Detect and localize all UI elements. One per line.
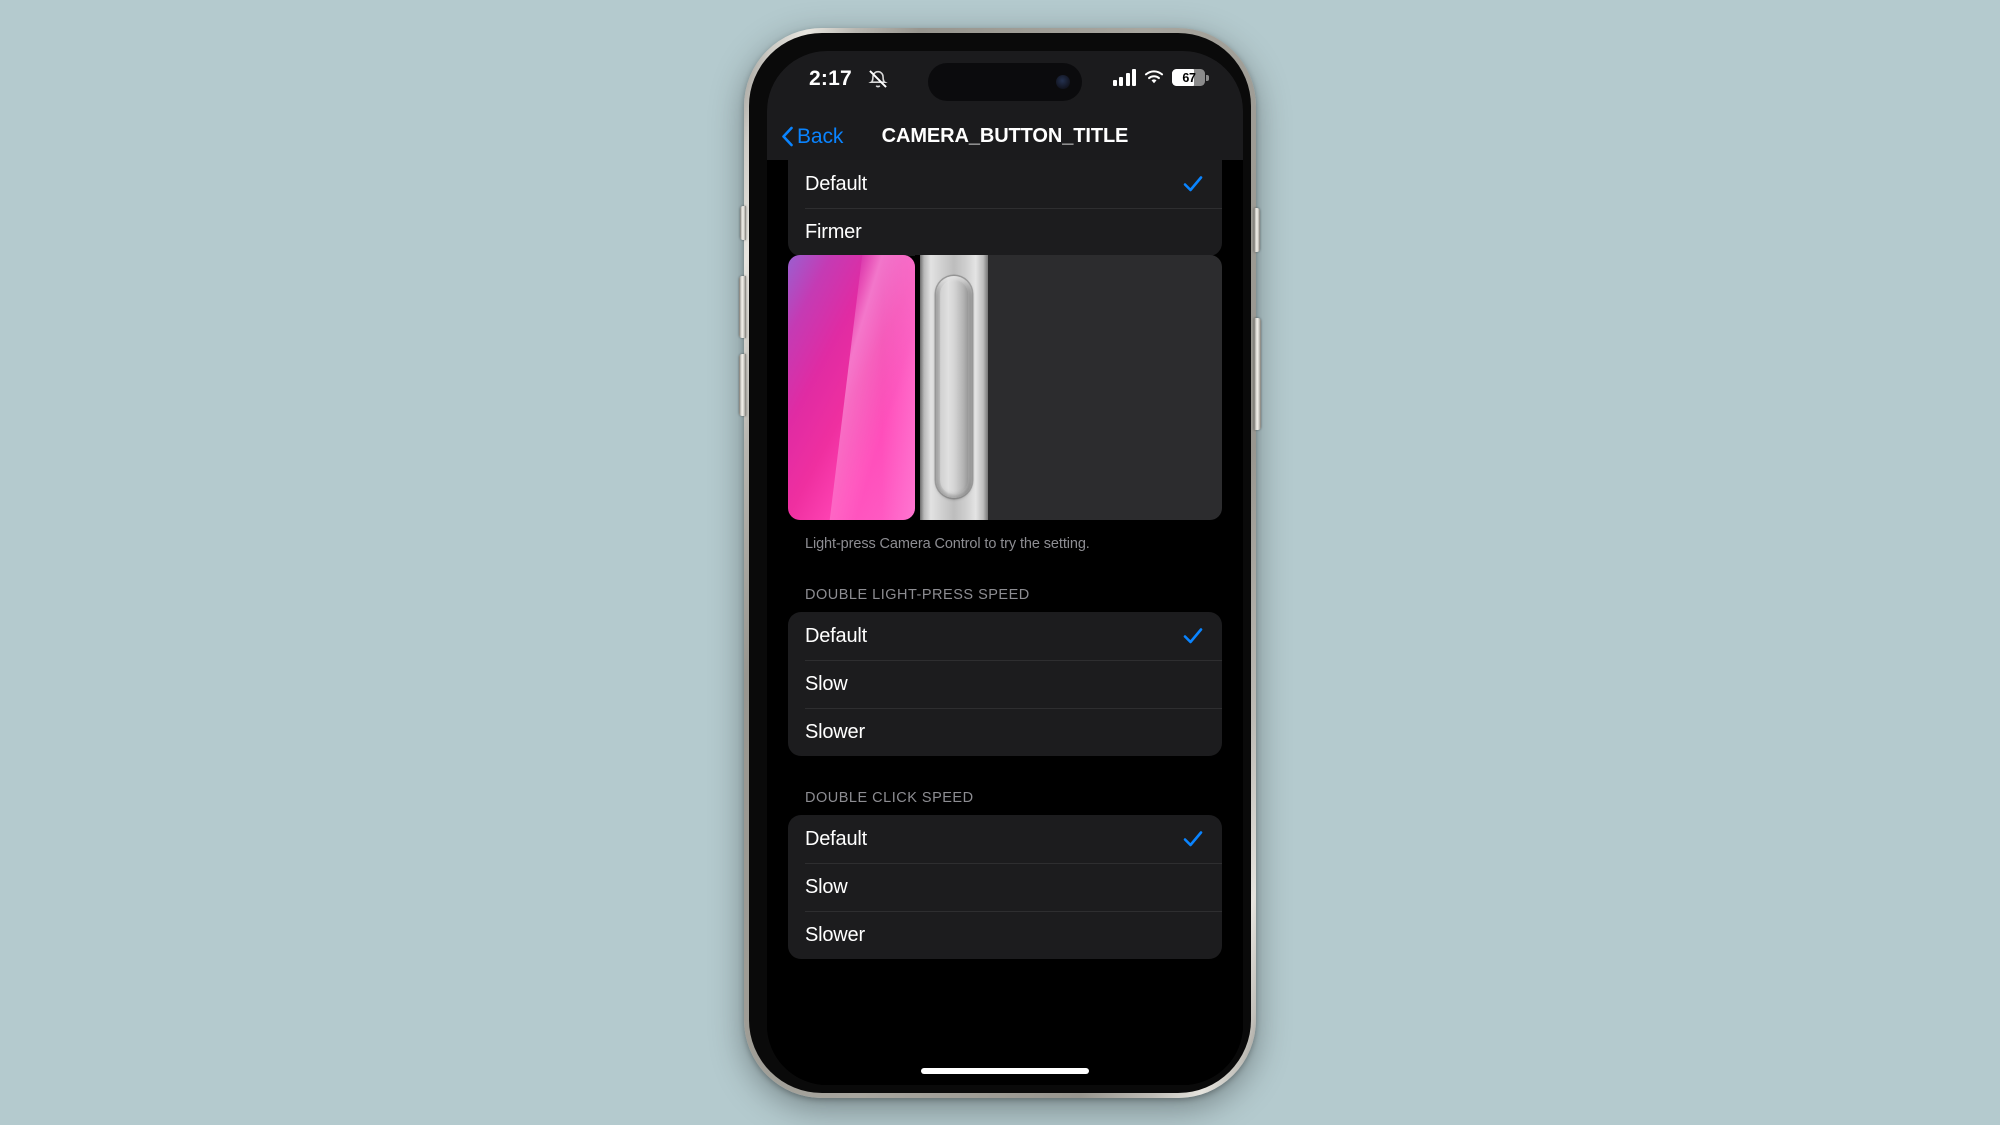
nav-bar: Back CAMERA_BUTTON_TITLE <box>767 113 1243 160</box>
press-firmness-group: Default Firmer <box>788 160 1222 256</box>
action-button[interactable] <box>740 206 746 240</box>
status-bar: 2:17 67 <box>767 51 1243 113</box>
status-bar-indicators: 67 <box>1112 69 1209 86</box>
power-button[interactable] <box>1254 318 1261 430</box>
battery-icon: 67 <box>1172 69 1209 86</box>
row-label: Slow <box>805 875 848 898</box>
back-button[interactable]: Back <box>781 125 843 149</box>
double-light-press-group: Default Slow Slower <box>788 612 1222 756</box>
double-click-section: DOUBLE CLICK SPEED Default Slow Slower <box>767 790 1243 959</box>
row-label: Slower <box>805 923 865 946</box>
row-label: Default <box>805 624 867 647</box>
settings-content: Default Firmer Light-press Camera Contro… <box>767 160 1243 1085</box>
row-light-press-slow[interactable]: Slow <box>788 660 1222 708</box>
dynamic-island[interactable] <box>928 63 1082 101</box>
wifi-icon <box>1144 70 1164 84</box>
volume-down-button[interactable] <box>739 354 746 416</box>
back-button-label: Back <box>797 124 844 148</box>
row-double-click-default[interactable]: Default <box>788 815 1222 863</box>
battery-percent: 67 <box>1182 70 1196 85</box>
checkmark-icon <box>1183 628 1203 644</box>
volume-up-button[interactable] <box>739 276 746 338</box>
row-label: Firmer <box>805 220 862 243</box>
phone-frame: 2:17 67 Back CAMERA_BUTTON_TITLE Default… <box>739 28 1261 1098</box>
row-light-press-default[interactable]: Default <box>788 612 1222 660</box>
section-header-double-click: DOUBLE CLICK SPEED <box>805 790 974 806</box>
row-double-click-slow[interactable]: Slow <box>788 863 1222 911</box>
bell-slash-icon <box>868 70 888 88</box>
camera-control-button[interactable] <box>1254 208 1260 252</box>
preview-photo-panel <box>788 255 915 520</box>
battery-tip <box>1206 74 1209 81</box>
row-label: Default <box>805 827 867 850</box>
double-light-press-section: DOUBLE LIGHT-PRESS SPEED Default Slow Sl… <box>767 587 1243 756</box>
row-light-press-slower[interactable]: Slower <box>788 708 1222 756</box>
preview-caption: Light-press Camera Control to try the se… <box>805 536 1090 552</box>
chevron-left-icon <box>782 126 793 147</box>
row-label: Slower <box>805 720 865 743</box>
preview-device-edge <box>920 255 988 520</box>
camera-control-preview <box>788 255 1222 520</box>
row-firmness-default[interactable]: Default <box>788 160 1222 208</box>
cellular-signal-icon <box>1112 69 1136 86</box>
double-click-group: Default Slow Slower <box>788 815 1222 959</box>
preview-camera-control-button[interactable] <box>936 276 972 498</box>
phone-bezel: 2:17 67 Back CAMERA_BUTTON_TITLE Default… <box>749 33 1251 1093</box>
phone-screen: 2:17 67 Back CAMERA_BUTTON_TITLE Default… <box>767 51 1243 1085</box>
section-header-double-light-press: DOUBLE LIGHT-PRESS SPEED <box>805 587 1030 603</box>
row-firmness-firmer[interactable]: Firmer <box>788 208 1222 256</box>
front-camera-icon <box>1056 75 1070 89</box>
row-double-click-slower[interactable]: Slower <box>788 911 1222 959</box>
preview-dark-panel <box>988 255 1222 520</box>
status-time: 2:17 <box>809 67 852 90</box>
preview-glint-edge <box>881 255 915 520</box>
checkmark-icon <box>1183 176 1203 192</box>
row-label: Slow <box>805 672 848 695</box>
checkmark-icon <box>1183 831 1203 847</box>
home-indicator[interactable] <box>921 1068 1089 1074</box>
row-label: Default <box>805 172 867 195</box>
